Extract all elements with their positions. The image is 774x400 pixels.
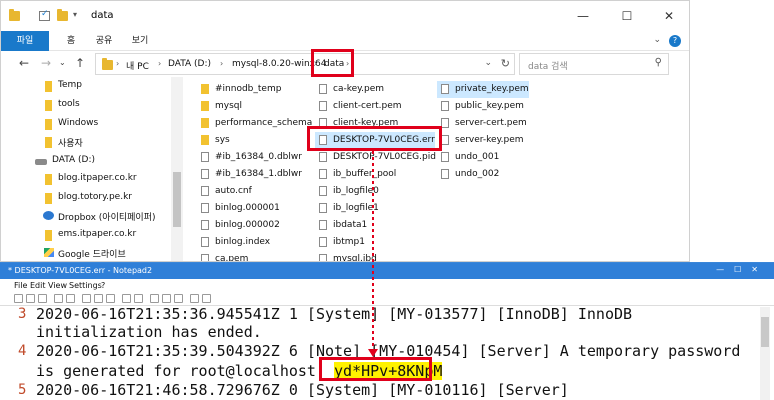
connector-arrow bbox=[368, 151, 378, 357]
arrow-head bbox=[368, 349, 378, 357]
